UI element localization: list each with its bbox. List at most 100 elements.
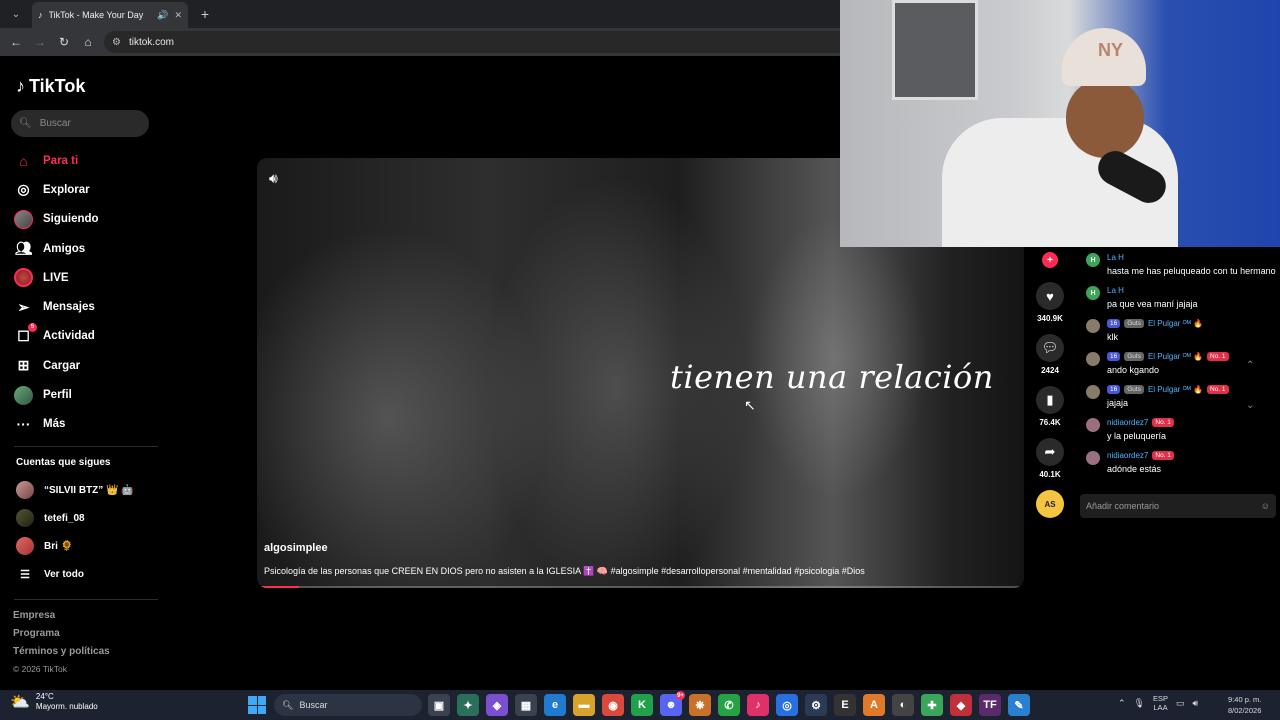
chat-scroll-arrows: ⌃ ⌄ [1246,346,1254,426]
chrome-icon[interactable]: ◉ [602,694,624,716]
display-icon[interactable]: ▭ [1176,698,1185,709]
network-app-icon[interactable]: ✦ [457,694,479,716]
emoji-icon[interactable]: ☺ [1261,501,1270,511]
language-indicator[interactable]: ESP LAA [1153,694,1168,712]
comment-input[interactable]: Añadir comentario ☺ [1080,494,1276,518]
following-name: tetefi_08 [44,512,85,524]
browser-tab[interactable]: ♪ TikTok - Make Your Day 🔊 ✕ [32,2,188,28]
remote-app-icon[interactable]: ◎ [776,694,798,716]
chevron-down-icon[interactable]: ⌄ [1246,386,1254,426]
speaker-icon[interactable]: 🔊︎ [1193,698,1199,709]
following-list: “SILVII BTZ” 👑 🤖 tetefi_08 Bri 🌻 ☰ Ver t… [16,476,134,588]
video-progress-fill [261,586,299,588]
avatar [16,537,34,555]
comment-placeholder: Añadir comentario [1086,501,1160,511]
cap-logo: NY [1098,40,1124,60]
chat-username[interactable]: La H [1107,253,1124,262]
file-explorer-icon[interactable]: ▬ [573,694,595,716]
nav-item-amigos[interactable]: 👥︎ Amigos [14,234,164,263]
nav-label: Más [43,418,66,431]
nav-item-perfil[interactable]: Perfil [14,380,164,409]
capture-app-icon[interactable]: ◆ [950,694,972,716]
whatsapp-icon[interactable]: ✆ [718,694,740,716]
nav-item-mas[interactable]: ··· Más [14,410,164,439]
edit-app-icon[interactable]: ✎ [1008,694,1030,716]
tab-close-icon[interactable]: ✕ [174,10,182,21]
discord-icon[interactable]: ☻ 9+ [660,691,685,716]
chat-username[interactable]: El Pulgar ᴼᴹ 🔥 [1148,319,1203,328]
volume-icon[interactable]: 🔊︎ [269,170,278,187]
chat-username[interactable]: El Pulgar ᴼᴹ 🔥 [1148,352,1203,361]
save-button[interactable]: ▮ 76.4K [1034,386,1066,427]
footer-link-terminos[interactable]: Términos y políticas [13,646,110,664]
audio-playing-icon[interactable]: 🔊 [157,10,168,21]
see-all-link[interactable]: ☰ Ver todo [16,560,134,588]
divider [14,599,158,600]
like-button[interactable]: ♥ 340.9K [1034,282,1066,323]
video-author[interactable]: algosimplee [264,542,328,554]
comment-button[interactable]: 💬︎ 2424 [1034,334,1066,375]
chat-username[interactable]: La H [1107,286,1124,295]
following-name: “SILVII BTZ” 👑 🤖 [44,484,134,496]
chat-text: klk [1107,332,1118,342]
back-button[interactable]: ← [6,32,26,52]
following-item[interactable]: “SILVII BTZ” 👑 🤖 [16,476,134,504]
forward-button[interactable]: → [30,32,50,52]
chat-username[interactable]: nidiaordez7 [1107,451,1148,460]
kick-icon[interactable]: K [631,694,653,716]
nav-item-cargar[interactable]: ⊞ Cargar [14,351,164,380]
follow-plus-icon[interactable]: + [1042,252,1058,268]
taskbar-search-placeholder: Buscar [299,700,328,710]
search-input[interactable]: 🔍︎ Buscar [11,110,149,137]
clock[interactable]: 9:40 p. m. 8/02/2026 [1228,694,1261,716]
affinity-icon[interactable]: A [863,694,885,716]
tiktok-logo[interactable]: ♪ TikTok [16,76,85,97]
footer-link-empresa[interactable]: Empresa [13,610,110,628]
chevron-up-icon[interactable]: ⌃ [1246,346,1254,386]
bookmark-icon: ▮ [1036,386,1064,414]
tf-app-icon[interactable]: TF [979,694,1001,716]
share-button[interactable]: ➦ 40.1K [1034,438,1066,479]
nav-item-mensajes[interactable]: ➢ Mensajes [14,292,164,321]
temperature: 24°C [35,692,54,701]
task-view-icon[interactable]: ▣ [428,694,450,716]
time: 9:40 p. m. [1228,695,1262,704]
nav-item-live[interactable]: LIVE [14,263,164,292]
game-app-icon[interactable]: ✚ [921,694,943,716]
cloud-sun-icon: ⛅ [10,694,30,711]
copilot-icon[interactable]: ◈ [486,694,508,716]
windows-start-icon[interactable] [248,696,266,714]
reload-button[interactable]: ↻ [54,32,74,52]
chat-username[interactable]: El Pulgar ᴼᴹ 🔥 [1148,385,1203,394]
steam-icon[interactable]: ⚙ [805,694,827,716]
address-bar[interactable]: ⚙ tiktok.com [104,31,924,53]
edge-icon[interactable]: e [544,694,566,716]
fl-studio-icon[interactable]: ❋ [689,694,711,716]
video-progress-bar[interactable] [261,586,1021,588]
home-button[interactable]: ⌂ [78,32,98,52]
following-item[interactable]: tetefi_08 [16,504,134,532]
tab-search-button[interactable]: ⌄ [4,4,28,24]
microphone-tray-icon[interactable]: 🎙︎ [1134,698,1145,709]
chevron-up-icon[interactable]: ⌃ [1118,698,1126,709]
mouse-cursor-icon: ↖ [744,397,756,413]
avatar: H [1086,286,1100,300]
new-tab-button[interactable]: + [194,3,216,25]
obs-icon[interactable]: ◐ [892,694,914,716]
nav-item-siguiendo[interactable]: Siguiendo [14,205,164,234]
footer-link-programa[interactable]: Programa [13,628,110,646]
nav-item-para-ti[interactable]: ⌂ Para ti [14,146,164,175]
taskbar-search[interactable]: 🔍︎ Buscar [274,694,422,716]
music-disc[interactable]: AS [1036,490,1064,518]
comment-count: 2424 [1041,366,1059,375]
weather-widget[interactable]: ⛅ 24°C Mayorm. nublado [10,692,98,712]
heart-icon: ♥ [1036,282,1064,310]
following-item[interactable]: Bri 🌻 [16,532,134,560]
tiktok-app-icon[interactable]: ♪ [747,694,769,716]
store-icon[interactable]: ▦ [515,694,537,716]
nav-item-actividad[interactable]: ☐ 5 Actividad [14,322,164,351]
epic-games-icon[interactable]: E [834,694,856,716]
nav-item-explorar[interactable]: ◎ Explorar [14,175,164,204]
chat-username[interactable]: nidiaordez7 [1107,418,1148,427]
site-info-icon[interactable]: ⚙ [112,37,121,48]
